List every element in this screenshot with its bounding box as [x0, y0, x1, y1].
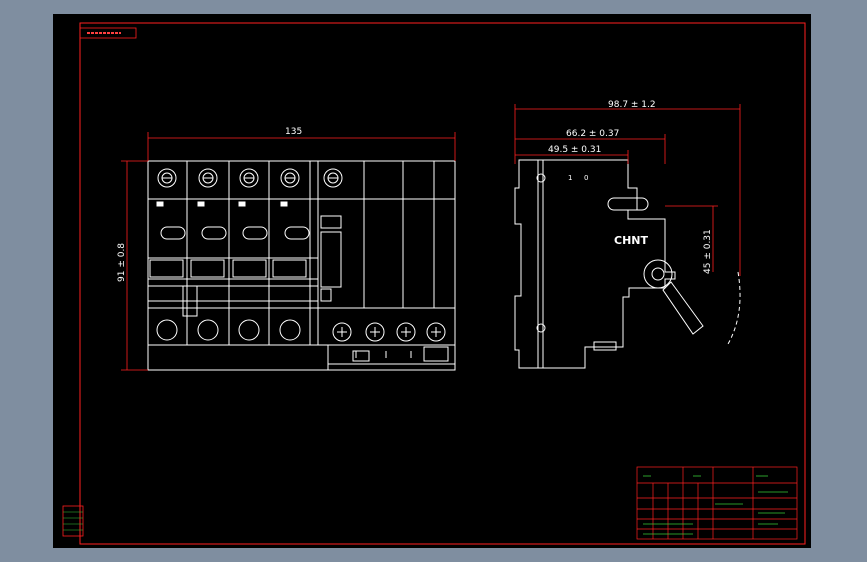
cad-drawing: 135 91 ± 0.8 98.7 ± 1.2 66.2 ± 0.37 49.5… [62, 22, 806, 545]
front-dimensions [121, 132, 456, 371]
top-terminals [157, 168, 343, 188]
side-profile [514, 159, 676, 369]
bottom-terminals [156, 319, 446, 342]
side-inner-dimension: 49.5 ± 0.31 [548, 145, 601, 155]
handle-pivot [643, 259, 673, 289]
side-middle-dimension: 66.2 ± 0.37 [566, 129, 619, 139]
brand-logo-icon: CHNT [614, 234, 648, 247]
terminal-screw-icon [197, 319, 219, 341]
title-block [636, 466, 798, 540]
pole-mark-1: 1 [568, 174, 572, 182]
terminal-screw-icon [156, 319, 178, 341]
title-block-marks [643, 475, 788, 535]
front-width-dimension: 135 [285, 127, 302, 137]
drawing-sheet: 135 91 ± 0.8 98.7 ± 1.2 66.2 ± 0.37 49.5… [53, 14, 811, 548]
front-height-dimension: 91 ± 0.8 [117, 243, 127, 282]
residual-window [320, 215, 342, 229]
handle-arc [727, 271, 741, 345]
toggle-lever [662, 281, 704, 335]
side-view [514, 159, 704, 369]
terminal-screw-icon [238, 319, 260, 341]
pole-mark-0: 0 [584, 174, 588, 182]
breaker-body [147, 160, 456, 371]
sheet-border [79, 22, 806, 545]
terminal-screw-icon [279, 319, 301, 341]
test-button-icon [320, 288, 332, 302]
side-handle-dimension: 45 ± 0.31 [703, 229, 713, 274]
front-view [147, 160, 456, 371]
side-overall-dimension: 98.7 ± 1.2 [608, 100, 656, 110]
